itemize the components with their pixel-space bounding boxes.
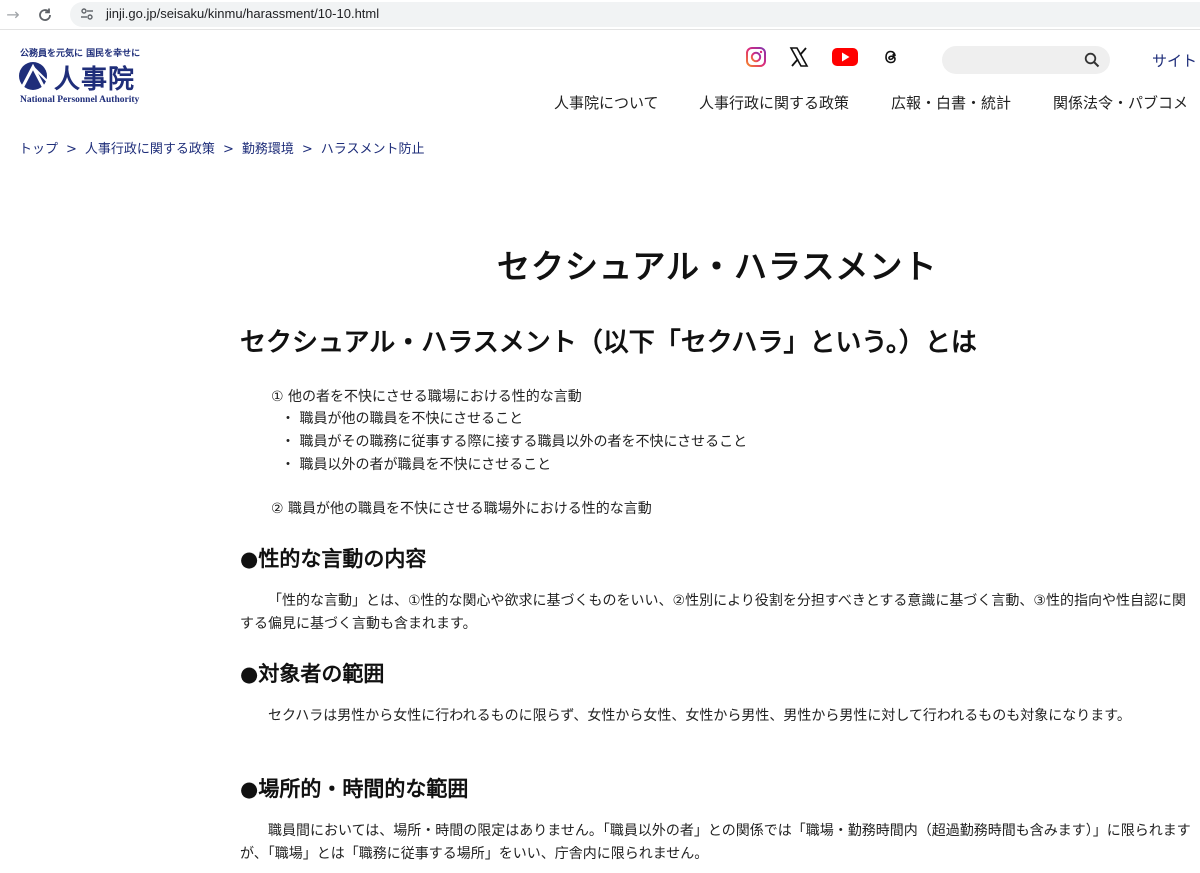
section-body-content: 「性的な言動」とは、①性的な関心や欲求に基づくものをいい、②性別により役割を分担… [240,593,1186,632]
page-title: セクシュアル・ハラスメント [497,247,938,286]
nav-laws[interactable]: 関係法令・パブコメ [1053,92,1188,113]
breadcrumb-top[interactable]: トップ [19,142,58,157]
site-info-icon[interactable] [80,7,94,21]
search-input[interactable] [954,50,1074,70]
logo-mark-icon [19,62,48,90]
breadcrumb-policy[interactable]: 人事行政に関する政策 [85,142,215,157]
nav-policy[interactable]: 人事行政に関する政策 [699,92,849,113]
breadcrumb: トップ > 人事行政に関する政策 > 勤務環境 > ハラスメント防止 [19,138,425,157]
site-search [942,46,1110,74]
chevron-right-icon: > [66,142,77,157]
section-heading-scope: ●対象者の範囲 [240,662,385,686]
browser-toolbar: → jinji.go.jp/seisaku/kinmu/harassment/1… [0,0,1200,30]
nav-publications[interactable]: 広報・白書・統計 [891,92,1011,113]
breadcrumb-work-environment[interactable]: 勤務環境 [242,142,294,157]
youtube-icon[interactable] [832,46,858,68]
back-arrow-icon[interactable]: → [2,4,24,26]
definition-subitem: ・ 職員がその職務に従事する際に接する職員以外の者を不快にさせること [281,434,748,450]
sitemap-link[interactable]: サイト [1152,50,1197,71]
section-heading-content: ●性的な言動の内容 [240,547,427,571]
search-icon[interactable] [1084,52,1100,68]
x-icon[interactable] [788,46,810,68]
definition-heading: セクシュアル・ハラスメント（以下「セクハラ」という。）とは [240,328,977,358]
nav-about[interactable]: 人事院について [554,92,659,113]
url-text: jinji.go.jp/seisaku/kinmu/harassment/10-… [106,6,380,21]
address-bar[interactable]: jinji.go.jp/seisaku/kinmu/harassment/10-… [70,2,1200,27]
definition-subitem: ・ 職員が他の職員を不快にさせること [281,411,524,427]
chevron-right-icon: > [301,142,313,157]
logo-english-name: National Personnel Authority [20,95,140,105]
instagram-icon[interactable] [745,46,767,68]
section-body-scope: セクハラは男性から女性に行われるものに限らず、女性から女性、女性から男性、男性か… [268,708,1131,724]
reload-icon[interactable] [34,4,56,26]
section-heading-place-time: ●場所的・時間的な範囲 [240,777,469,801]
section-body-place-time: 職員間においては、場所・時間の限定はありません。「職員以外の者」との関係では「職… [240,823,1191,862]
site-logo[interactable]: 公務員を元気に 国民を幸せに 人事院 National Personnel Au… [18,46,158,108]
definition-subitem: ・ 職員以外の者が職員を不快にさせること [281,457,552,473]
definition-item: ① 他の者を不快にさせる職場における性的な言動 [271,389,582,405]
definition-item: ② 職員が他の職員を不快にさせる職場外における性的な言動 [271,501,652,517]
threads-icon[interactable] [880,46,902,68]
logo-name: 人事院 [54,65,136,95]
logo-tagline: 公務員を元気に 国民を幸せに [20,49,141,59]
breadcrumb-harassment-prevention[interactable]: ハラスメント防止 [321,142,425,157]
chevron-right-icon: > [222,142,234,157]
